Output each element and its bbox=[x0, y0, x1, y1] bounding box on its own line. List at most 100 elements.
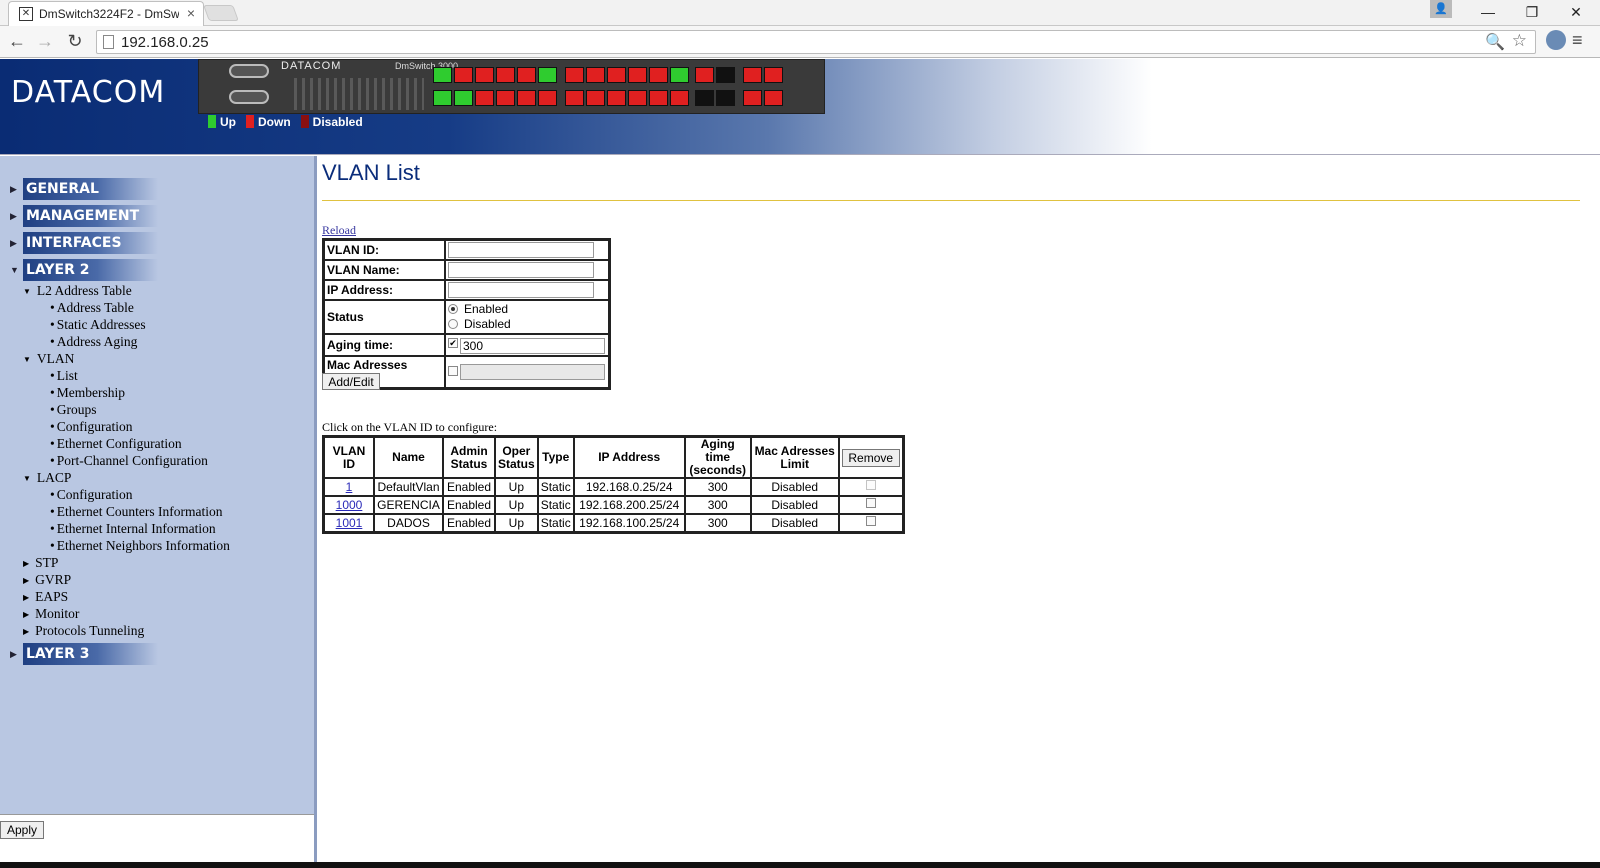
browser-toolbar: ← → ↻ 192.168.0.25 🔍 ☆ ≡ bbox=[0, 26, 1600, 58]
tree-node-protocols-tunneling[interactable]: ▶ Protocols Tunneling bbox=[23, 623, 144, 639]
tree-leaf-address-aging[interactable]: Address Aging bbox=[50, 334, 138, 350]
port-icon[interactable] bbox=[475, 90, 494, 106]
port-icon[interactable] bbox=[586, 67, 605, 83]
reload-icon[interactable]: ↻ bbox=[64, 30, 86, 52]
remove-checkbox[interactable] bbox=[865, 516, 876, 526]
port-icon[interactable] bbox=[496, 67, 515, 83]
leaf-label: Groups bbox=[56, 402, 97, 417]
vlan-id-link[interactable]: 1000 bbox=[336, 498, 363, 512]
port-icon[interactable] bbox=[538, 90, 557, 106]
reload-link[interactable]: Reload bbox=[322, 223, 356, 238]
mac-limit-input[interactable] bbox=[460, 364, 605, 380]
collapse-arrow-icon: ▼ bbox=[23, 474, 31, 483]
forward-icon[interactable]: → bbox=[34, 30, 56, 52]
aging-time-input[interactable]: 300 bbox=[460, 338, 605, 354]
port-icon[interactable] bbox=[716, 90, 735, 106]
tree-node-eaps[interactable]: ▶ EAPS bbox=[23, 589, 68, 605]
mac-limit-checkbox[interactable] bbox=[448, 366, 458, 376]
tree-leaf-address-table[interactable]: Address Table bbox=[50, 300, 134, 316]
vlan-id-link[interactable]: 1 bbox=[346, 480, 353, 494]
vlan-name-input[interactable] bbox=[448, 262, 594, 278]
port-icon[interactable] bbox=[649, 90, 668, 106]
port-icon[interactable] bbox=[670, 67, 689, 83]
tree-leaf-vlan-ethernet-configuration[interactable]: Ethernet Configuration bbox=[50, 436, 182, 452]
ip-address-input[interactable] bbox=[448, 282, 594, 298]
new-tab-button[interactable] bbox=[203, 5, 239, 21]
tree-leaf-lacp-configuration[interactable]: Configuration bbox=[50, 487, 133, 503]
port-icon[interactable] bbox=[565, 67, 584, 83]
port-icon[interactable] bbox=[517, 90, 536, 106]
tree-node-l2-address-table[interactable]: ▼ L2 Address Table bbox=[23, 283, 132, 299]
add-edit-button[interactable]: Add/Edit bbox=[322, 373, 380, 390]
port-icon[interactable] bbox=[496, 90, 515, 106]
profile-icon[interactable]: 👤 bbox=[1430, 0, 1452, 18]
tree-leaf-static-addresses[interactable]: Static Addresses bbox=[50, 317, 146, 333]
status-label: Status bbox=[324, 300, 445, 334]
radio-icon[interactable] bbox=[448, 319, 458, 329]
tree-node-stp[interactable]: ▶ STP bbox=[23, 555, 58, 571]
vlan-id-input[interactable] bbox=[448, 242, 594, 258]
tree-leaf-vlan-configuration[interactable]: Configuration bbox=[50, 419, 133, 435]
node-label: L2 Address Table bbox=[36, 283, 132, 298]
port-icon[interactable] bbox=[565, 90, 584, 106]
tab-close-icon[interactable]: × bbox=[187, 5, 195, 21]
port-icon[interactable] bbox=[649, 67, 668, 83]
port-icon[interactable] bbox=[538, 67, 557, 83]
remove-button[interactable]: Remove bbox=[841, 448, 900, 467]
tree-node-vlan[interactable]: ▼ VLAN bbox=[23, 351, 74, 367]
tree-leaf-lacp-counters[interactable]: Ethernet Counters Information bbox=[50, 504, 223, 520]
port-icon[interactable] bbox=[695, 90, 714, 106]
tree-node-monitor[interactable]: ▶ Monitor bbox=[23, 606, 79, 622]
port-icon[interactable] bbox=[764, 67, 783, 83]
port-icon[interactable] bbox=[743, 90, 762, 106]
port-icon[interactable] bbox=[695, 67, 714, 83]
port-icon[interactable] bbox=[433, 67, 452, 83]
port-icon[interactable] bbox=[475, 67, 494, 83]
tree-node-gvrp[interactable]: ▶ GVRP bbox=[23, 572, 71, 588]
browser-tab[interactable]: ✕ DmSwitch3224F2 - DmSw × bbox=[8, 1, 204, 26]
back-icon[interactable]: ← bbox=[6, 30, 28, 52]
col-remove: Remove bbox=[838, 437, 903, 478]
zoom-icon[interactable]: 🔍 bbox=[1485, 32, 1505, 52]
extension-icon[interactable] bbox=[1546, 30, 1566, 50]
port-icon[interactable] bbox=[433, 90, 452, 106]
port-icon[interactable] bbox=[764, 90, 783, 106]
tree-node-lacp[interactable]: ▼ LACP bbox=[23, 470, 71, 486]
window-close-icon[interactable]: ✕ bbox=[1554, 0, 1598, 26]
vlan-id-link[interactable]: 1001 bbox=[336, 516, 363, 530]
minimize-icon[interactable]: — bbox=[1466, 0, 1510, 26]
leaf-label: Configuration bbox=[56, 487, 133, 502]
port-icon[interactable] bbox=[716, 67, 735, 83]
tree-leaf-vlan-list[interactable]: List bbox=[50, 368, 78, 384]
port-icon[interactable] bbox=[454, 67, 473, 83]
port-icon[interactable] bbox=[586, 90, 605, 106]
node-label: VLAN bbox=[36, 351, 75, 366]
app-header: DATACOM DATACOM DmSwitch 3000 Up Down Di… bbox=[0, 59, 1600, 155]
port-icon[interactable] bbox=[517, 67, 536, 83]
address-bar[interactable]: 192.168.0.25 🔍 ☆ bbox=[96, 30, 1536, 54]
restore-icon[interactable]: ❐ bbox=[1510, 0, 1554, 26]
bookmark-star-icon[interactable]: ☆ bbox=[1512, 31, 1527, 51]
tree-leaf-lacp-internal[interactable]: Ethernet Internal Information bbox=[50, 521, 216, 537]
radio-selected-icon[interactable] bbox=[448, 304, 458, 314]
port-icon[interactable] bbox=[670, 90, 689, 106]
port-icon[interactable] bbox=[628, 67, 647, 83]
limit-cell: Disabled bbox=[750, 514, 839, 532]
tree-leaf-lacp-neighbors[interactable]: Ethernet Neighbors Information bbox=[50, 538, 230, 554]
port-icon[interactable] bbox=[628, 90, 647, 106]
port-icon[interactable] bbox=[454, 90, 473, 106]
status-disabled-option[interactable]: Disabled bbox=[448, 317, 606, 332]
port-icon[interactable] bbox=[607, 67, 626, 83]
tree-leaf-vlan-groups[interactable]: Groups bbox=[50, 402, 97, 418]
header-line: Oper bbox=[502, 443, 531, 458]
tree-leaf-vlan-port-channel-configuration[interactable]: Port-Channel Configuration bbox=[50, 453, 208, 469]
aging-checkbox[interactable]: ✔ bbox=[448, 338, 458, 348]
apply-button[interactable]: Apply bbox=[0, 821, 44, 839]
tree-leaf-vlan-membership[interactable]: Membership bbox=[50, 385, 125, 401]
remove-checkbox[interactable] bbox=[865, 498, 876, 508]
header-line: Limit bbox=[780, 456, 810, 471]
status-enabled-option[interactable]: Enabled bbox=[448, 302, 606, 317]
menu-icon[interactable]: ≡ bbox=[1572, 30, 1583, 51]
port-icon[interactable] bbox=[607, 90, 626, 106]
port-icon[interactable] bbox=[743, 67, 762, 83]
